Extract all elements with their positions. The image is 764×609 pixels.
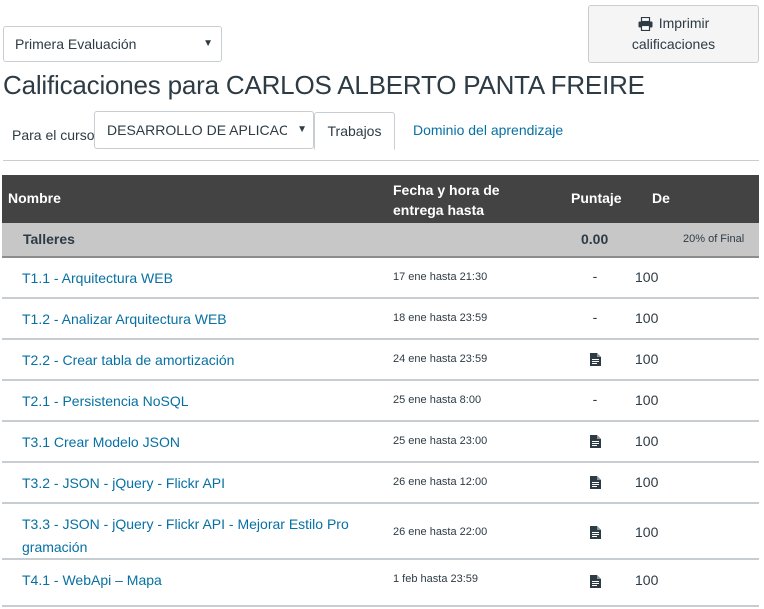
- column-header-out-of: De: [652, 190, 670, 206]
- table-header: Nombre Fecha y hora de entrega hasta Pun…: [2, 175, 759, 223]
- table-row: T2.1 - Persistencia NoSQL 25 ene hasta 8…: [2, 381, 759, 422]
- document-icon: [589, 525, 601, 539]
- assignment-link[interactable]: T2.2 - Crear tabla de amortización: [22, 349, 387, 372]
- document-icon: [589, 475, 601, 489]
- submission-icon-cell[interactable]: [587, 350, 603, 366]
- submission-icon-cell[interactable]: [587, 473, 603, 489]
- grading-period-value: Primera Evaluación: [15, 36, 137, 52]
- score-value: -: [592, 268, 598, 284]
- document-icon: [589, 352, 601, 366]
- document-icon: [589, 434, 601, 448]
- out-of-value: 100: [635, 392, 659, 408]
- out-of-value: 100: [635, 310, 659, 326]
- submission-icon-cell[interactable]: [587, 572, 603, 588]
- course-select[interactable]: DESARROLLO DE APLICACIONES ▼: [94, 111, 314, 149]
- assignment-link[interactable]: T3.2 - JSON - jQuery - Flickr API: [22, 472, 387, 495]
- printer-icon: [638, 16, 653, 31]
- table-row: T1.1 - Arquitectura WEB 17 ene hasta 21:…: [2, 258, 759, 299]
- out-of-value: 100: [635, 433, 659, 449]
- out-of-value: 100: [635, 524, 659, 540]
- tabs-divider: [3, 160, 759, 161]
- tab-assignments[interactable]: Trabajos: [314, 112, 395, 150]
- assignment-link[interactable]: T2.1 - Persistencia NoSQL: [22, 390, 387, 413]
- table-row: T1.2 - Analizar Arquitectura WEB 18 ene …: [2, 299, 759, 340]
- print-label-line1: Imprimir: [658, 15, 710, 31]
- due-date: 24 ene hasta 23:59: [393, 353, 488, 365]
- due-date: 26 ene hasta 12:00: [393, 476, 488, 488]
- out-of-value: 100: [635, 269, 659, 285]
- table-row: T3.3 - JSON - jQuery - Flickr API - Mejo…: [2, 504, 759, 560]
- grades-table: Nombre Fecha y hora de entrega hasta Pun…: [2, 175, 759, 607]
- submission-icon-cell[interactable]: [587, 523, 603, 539]
- assignment-link[interactable]: T1.1 - Arquitectura WEB: [22, 267, 387, 290]
- score-value: -: [592, 391, 598, 407]
- table-row: T2.2 - Crear tabla de amortización 24 en…: [2, 340, 759, 381]
- caret-down-icon: ▼: [294, 112, 307, 148]
- submission-icon-cell[interactable]: [587, 432, 603, 448]
- score-value: -: [592, 309, 598, 325]
- column-header-score: Puntaje: [571, 190, 622, 206]
- out-of-value: 100: [635, 572, 659, 588]
- assignment-link[interactable]: T3.3 - JSON - jQuery - Flickr API - Mejo…: [22, 513, 387, 559]
- tab-learning-mastery[interactable]: Dominio del aprendizaje: [413, 122, 563, 138]
- due-date: 18 ene hasta 23:59: [393, 312, 488, 324]
- print-label-line2: calificaciones: [631, 36, 716, 52]
- group-score: 0.00: [581, 231, 609, 247]
- print-grades-button[interactable]: Imprimir calificaciones: [588, 5, 759, 63]
- course-label: Para el curso: [12, 127, 95, 143]
- due-date: 1 feb hasta 23:59: [393, 573, 479, 585]
- column-header-name: Nombre: [8, 190, 61, 206]
- assignment-link[interactable]: T3.1 Crear Modelo JSON: [22, 431, 387, 454]
- table-row: T4.1 - WebApi – Mapa 1 feb hasta 23:59 1…: [2, 560, 759, 607]
- group-weight: 20% of Final: [683, 233, 745, 245]
- due-date: 25 ene hasta 8:00: [393, 394, 482, 406]
- table-row: T3.1 Crear Modelo JSON 25 ene hasta 23:0…: [2, 422, 759, 463]
- table-row: T3.2 - JSON - jQuery - Flickr API 26 ene…: [2, 463, 759, 504]
- assignment-group-row: Talleres 0.00 20% of Final: [2, 223, 759, 258]
- assignment-link[interactable]: T1.2 - Analizar Arquitectura WEB: [22, 308, 387, 331]
- column-header-due: Fecha y hora de entrega hasta: [393, 182, 500, 218]
- out-of-value: 100: [635, 351, 659, 367]
- due-date: 25 ene hasta 23:00: [393, 435, 488, 447]
- due-date: 26 ene hasta 22:00: [393, 526, 488, 538]
- group-name: Talleres: [23, 231, 75, 247]
- out-of-value: 100: [635, 474, 659, 490]
- course-select-value: DESARROLLO DE APLICACIONES: [107, 122, 287, 138]
- caret-down-icon: ▼: [203, 38, 213, 49]
- assignment-link[interactable]: T4.1 - WebApi – Mapa: [22, 569, 387, 592]
- page-title: Calificaciones para CARLOS ALBERTO PANTA…: [3, 70, 645, 100]
- grading-period-select[interactable]: Primera Evaluación ▼: [3, 26, 222, 62]
- due-date: 17 ene hasta 21:30: [393, 271, 488, 283]
- document-icon: [589, 574, 601, 588]
